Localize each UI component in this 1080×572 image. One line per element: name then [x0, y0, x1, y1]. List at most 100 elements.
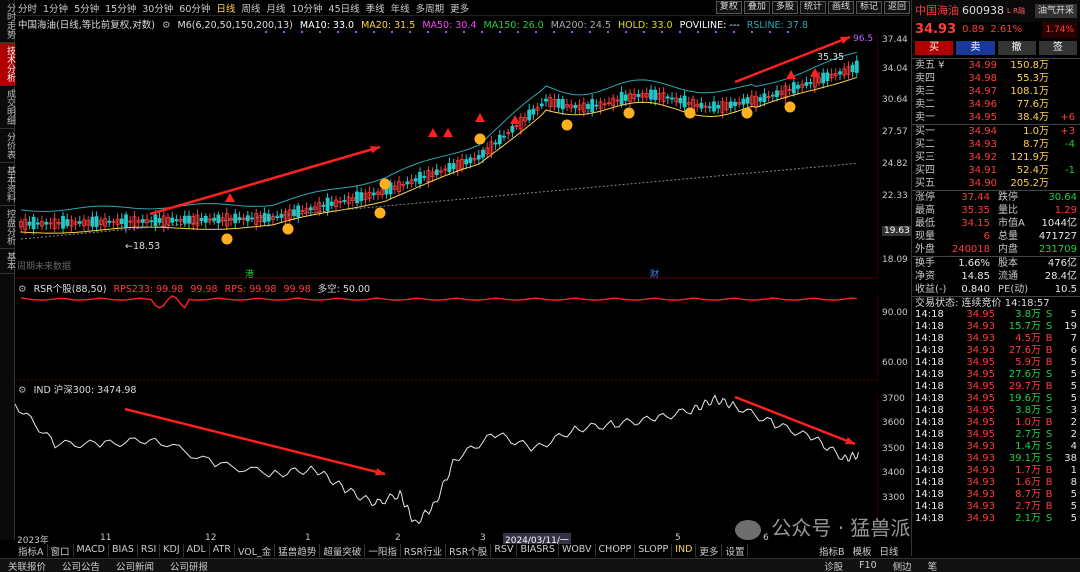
- indicator-tab[interactable]: ADL: [184, 544, 210, 557]
- price-chart[interactable]: 35.35 ←18.53 96.5 周期未来数据港 财: [15, 29, 878, 279]
- indicator-tab[interactable]: WOBV: [559, 544, 596, 557]
- tick-row: 14:18 34.95 27.6万 S 5: [912, 369, 1080, 381]
- period-tab[interactable]: 30分钟: [139, 1, 176, 15]
- indicator-tab[interactable]: KDJ: [160, 544, 184, 557]
- left-tab[interactable]: 控盘分析: [0, 206, 15, 249]
- trade-button[interactable]: 买: [915, 41, 954, 55]
- status-link[interactable]: 公司公告: [54, 559, 108, 572]
- bottom-right-tab[interactable]: 指标B: [815, 544, 849, 558]
- indicator-tab[interactable]: CHOPP: [596, 544, 636, 557]
- indicator-tab[interactable]: RSR个股: [446, 544, 492, 558]
- period-tab[interactable]: 1分钟: [40, 1, 71, 15]
- bottom-right-tab[interactable]: 模板: [849, 544, 876, 558]
- period-tab[interactable]: 更多: [447, 1, 472, 15]
- indicator-tab[interactable]: RSR行业: [401, 544, 447, 558]
- toolbar-button[interactable]: 标记: [855, 1, 882, 14]
- left-tab[interactable]: 分时走势: [0, 0, 15, 43]
- left-tab[interactable]: 基本: [0, 249, 15, 274]
- stat-label: 最低: [915, 218, 935, 229]
- order-book-row[interactable]: 卖三 34.97 108.1万: [912, 85, 1080, 98]
- order-book-row[interactable]: 买三 34.92 121.9万: [912, 151, 1080, 164]
- level-label: 买五: [915, 178, 935, 189]
- order-book-row[interactable]: 卖二 34.96 77.6万: [912, 98, 1080, 111]
- candle-body: [481, 149, 485, 158]
- candle-body: [119, 218, 124, 225]
- period-tab[interactable]: 45日线: [326, 1, 363, 15]
- tick-side: S: [1045, 321, 1053, 332]
- tick-side: S: [1045, 309, 1053, 320]
- indicator-tab[interactable]: 指标A: [15, 544, 48, 558]
- indicator-tab[interactable]: 设置: [722, 544, 749, 558]
- sector-badge[interactable]: 油气开采: [1034, 4, 1077, 18]
- order-book-row[interactable]: 买二 34.93 8.7万 -4: [912, 138, 1080, 151]
- candle-body: [838, 71, 842, 75]
- period-tab[interactable]: 周线: [238, 1, 263, 15]
- toolbar-button[interactable]: 多股: [771, 1, 798, 14]
- toolbar-button[interactable]: 叠加: [743, 1, 770, 14]
- status-link[interactable]: 关联报价: [0, 559, 54, 572]
- left-tab[interactable]: 基本资料: [0, 163, 15, 206]
- indicator-tab[interactable]: SLOPP: [635, 544, 673, 557]
- bottom-right-tab[interactable]: 日线: [876, 544, 903, 558]
- indicator-tab[interactable]: BIAS: [109, 544, 138, 557]
- status-link[interactable]: 侧边: [885, 559, 920, 572]
- stat-label: 总量: [998, 231, 1019, 242]
- ind-tick: 3300: [882, 493, 905, 503]
- indicator-tab[interactable]: 超量突破: [320, 544, 366, 558]
- indicator-tab[interactable]: 一阳指: [365, 544, 401, 558]
- indicator-tab[interactable]: 猛兽趋势: [275, 544, 321, 558]
- toolbar-button[interactable]: 统计: [799, 1, 826, 14]
- indicator-tab[interactable]: RSI: [138, 544, 161, 557]
- trend-arrow-head: [370, 145, 380, 154]
- left-tab[interactable]: 分价表: [0, 129, 15, 163]
- toolbar-button[interactable]: 复权: [715, 1, 742, 14]
- status-link[interactable]: 公司研报: [162, 559, 216, 572]
- order-book-row[interactable]: 买一 34.94 1.0万 +3: [912, 125, 1080, 138]
- order-book-row[interactable]: 买五 34.90 205.2万: [912, 177, 1080, 190]
- indicator-tab[interactable]: VOL_金: [235, 544, 276, 558]
- stat-value: 10.5: [1054, 284, 1077, 295]
- period-tab[interactable]: 季线: [363, 1, 388, 15]
- indicator-tab[interactable]: BIASRS: [517, 544, 559, 557]
- status-link[interactable]: F10: [851, 560, 885, 571]
- order-book-row[interactable]: 买四 34.91 52.4万 -1: [912, 164, 1080, 177]
- indicator-tab[interactable]: 窗口: [48, 544, 74, 558]
- period-tab[interactable]: 15分钟: [102, 1, 139, 15]
- tick-list[interactable]: 14:18 34.95 3.8万 S 5 14:18 34.93 15.7万 S 19 14:18 3…: [912, 309, 1080, 525]
- indicator-tab[interactable]: MACD: [74, 544, 109, 557]
- indicator-tab[interactable]: RSV: [491, 544, 518, 557]
- tick-price: 34.93: [966, 477, 995, 488]
- period-tab[interactable]: 年线: [388, 1, 413, 15]
- left-tab[interactable]: 技术分析: [0, 43, 15, 86]
- top-tools: 复权 叠加 多股 统计 画线 标记 返回: [714, 1, 910, 14]
- period-tab[interactable]: 5分钟: [71, 1, 102, 15]
- signal-dot: [625, 31, 627, 33]
- period-tab[interactable]: 分时: [15, 1, 40, 15]
- trade-button[interactable]: 撤: [997, 41, 1036, 55]
- tick-side: S: [1045, 441, 1053, 452]
- candle-body: [712, 101, 716, 112]
- status-link[interactable]: 诊股: [816, 559, 851, 572]
- candle-body: [35, 222, 40, 225]
- indicator-tab[interactable]: 更多: [696, 544, 723, 558]
- period-tab[interactable]: 月线: [263, 1, 288, 15]
- status-link[interactable]: 公司新闻: [108, 559, 162, 572]
- trade-button[interactable]: 卖: [956, 41, 995, 55]
- status-link[interactable]: 笔: [920, 559, 946, 572]
- left-tab[interactable]: 成交明细: [0, 86, 15, 129]
- tick-time: 14:18: [915, 357, 944, 368]
- rsr-chart[interactable]: [15, 292, 878, 382]
- period-tab[interactable]: 日线: [213, 1, 238, 15]
- toolbar-button[interactable]: 返回: [883, 1, 910, 14]
- candle-body: [821, 72, 826, 84]
- order-book-row[interactable]: 卖四 34.98 55.3万: [912, 72, 1080, 85]
- period-tab[interactable]: 多周期: [413, 1, 448, 15]
- trade-button[interactable]: 签: [1038, 41, 1077, 55]
- toolbar-button[interactable]: 画线: [827, 1, 854, 14]
- period-tab[interactable]: 60分钟: [176, 1, 213, 15]
- order-book-row[interactable]: 卖五 ¥ 34.99 150.8万: [912, 59, 1080, 72]
- order-book-row[interactable]: 卖一 34.95 38.4万 +6: [912, 111, 1080, 124]
- indicator-tab[interactable]: IND: [672, 544, 697, 557]
- indicator-tab[interactable]: ATR: [210, 544, 235, 557]
- period-tab[interactable]: 10分钟: [288, 1, 325, 15]
